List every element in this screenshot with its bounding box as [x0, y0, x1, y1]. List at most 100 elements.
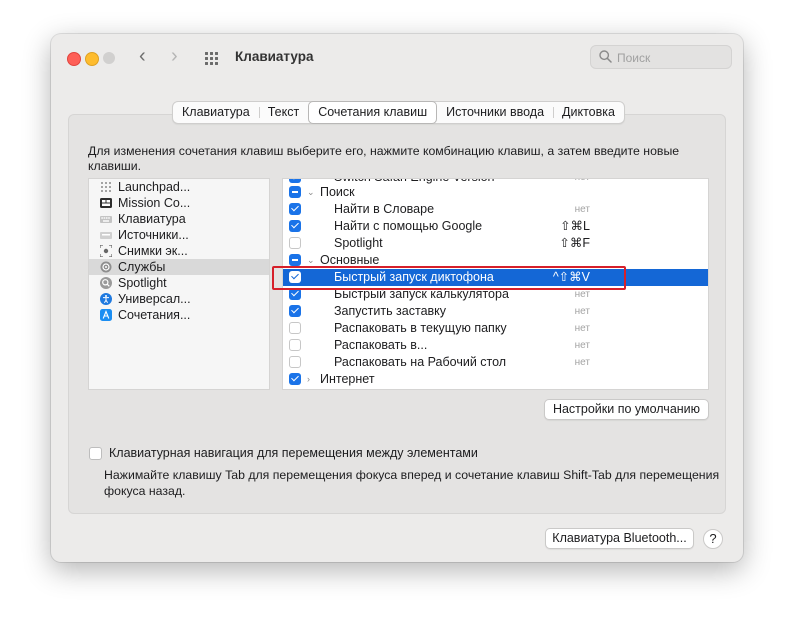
help-button[interactable]: ? [703, 529, 723, 549]
shortcut-label: Распаковать на Рабочий стол [334, 355, 507, 369]
shortcut-label: Найти с помощью Google [334, 219, 483, 233]
shortcut-row[interactable]: Распаковать в текущую папку нет [283, 320, 708, 337]
category-item-spotlight[interactable]: Spotlight [89, 275, 269, 291]
checkbox[interactable] [289, 356, 301, 368]
shortcut-label: Распаковать в... [334, 338, 428, 352]
keyboard-navigation-label: Клавиатурная навигация для перемещения м… [109, 446, 478, 460]
group-label: Основные [320, 253, 380, 267]
shortcut-keys[interactable]: нет [575, 337, 590, 354]
chevron-down-icon[interactable]: ⌄ [307, 252, 315, 269]
launchpad-icon [101, 182, 111, 192]
screenshot-icon [100, 245, 112, 257]
checkbox[interactable] [289, 186, 301, 198]
tab-bar: Клавиатура Текст Сочетания клавиш Источн… [172, 101, 625, 124]
category-label: Источники... [118, 228, 189, 242]
shortcut-row[interactable]: Найти в Словаре нет [283, 201, 708, 218]
category-label: Mission Co... [118, 196, 191, 210]
back-arrow-icon[interactable]: ‹ [139, 46, 146, 66]
tab-text[interactable]: Текст [258, 102, 308, 123]
app-shortcuts-icon [100, 309, 112, 321]
input-sources-icon [100, 232, 112, 239]
checkbox[interactable] [289, 288, 301, 300]
shortcut-row[interactable]: Spotlight ⇧⌘F [283, 235, 708, 252]
accessibility-icon [100, 293, 112, 305]
shortcut-row[interactable]: Найти с помощью Google ⇧⌘L [283, 218, 708, 235]
category-item-launchpad[interactable]: Launchpad... [89, 179, 269, 195]
search-placeholder: Поиск [617, 51, 651, 65]
shortcut-label: Spotlight [334, 236, 383, 250]
keyboard-icon [100, 216, 112, 223]
shortcut-keys[interactable]: ^⇧⌘V [553, 269, 590, 286]
minimize-window-button[interactable] [85, 52, 99, 66]
zoom-window-button[interactable] [103, 52, 115, 64]
shortcut-keys[interactable]: нет [575, 354, 590, 371]
shortcuts-list: Switch Safari Engine Version нет ⌄ Поиск… [282, 178, 709, 390]
category-label: Сочетания... [118, 308, 191, 322]
checkbox[interactable] [289, 203, 301, 215]
category-item-input-sources[interactable]: Источники... [89, 227, 269, 243]
gear-icon [100, 261, 112, 273]
shortcut-group-row[interactable]: › Интернет [283, 371, 708, 388]
bluetooth-keyboard-button[interactable]: Клавиатура Bluetooth... [545, 528, 694, 549]
forward-arrow-icon[interactable]: › [171, 46, 178, 66]
keyboard-navigation-checkbox[interactable] [89, 447, 102, 460]
checkbox[interactable] [289, 322, 301, 334]
checkbox[interactable] [289, 271, 301, 283]
category-label: Снимки эк... [118, 244, 188, 258]
shortcut-keys[interactable]: нет [575, 286, 590, 303]
category-list: Launchpad... Mission Co... Клавиатура Ис… [88, 178, 270, 390]
shortcut-keys[interactable]: нет [575, 320, 590, 337]
group-label: Поиск [320, 185, 355, 199]
shortcut-keys[interactable]: нет [575, 201, 590, 218]
category-label: Клавиатура [118, 212, 186, 226]
shortcut-keys[interactable]: ⇧⌘L [560, 218, 590, 235]
shortcut-label: Найти в Словаре [334, 202, 435, 216]
category-item-app-shortcuts[interactable]: Сочетания... [89, 307, 269, 323]
shortcut-row[interactable]: Запустить заставку нет [283, 303, 708, 320]
spotlight-icon [100, 277, 112, 289]
group-label: Интернет [320, 372, 375, 386]
category-item-screenshots[interactable]: Снимки эк... [89, 243, 269, 259]
shortcut-group-row[interactable]: ⌄ Поиск [283, 184, 708, 201]
checkbox[interactable] [289, 254, 301, 266]
chevron-down-icon[interactable]: ⌄ [307, 184, 315, 201]
show-all-grid-icon[interactable] [205, 52, 221, 65]
category-label: Spotlight [118, 276, 167, 290]
tab-keyboard[interactable]: Клавиатура [173, 102, 259, 123]
chevron-right-icon[interactable]: › [307, 371, 310, 388]
shortcut-row[interactable]: Распаковать на Рабочий стол нет [283, 354, 708, 371]
checkbox[interactable] [289, 373, 301, 385]
tab-dictation[interactable]: Диктовка [553, 102, 624, 123]
checkbox[interactable] [289, 305, 301, 317]
shortcut-group-row[interactable]: ⌄ Основные [283, 252, 708, 269]
category-item-mission-control[interactable]: Mission Co... [89, 195, 269, 211]
keyboard-navigation-hint: Нажимайте клавишу Tab для перемещения фо… [104, 468, 720, 498]
tab-shortcuts[interactable]: Сочетания клавиш [308, 101, 438, 124]
shortcut-label: Запустить заставку [334, 304, 447, 318]
category-item-services[interactable]: Службы [89, 259, 269, 275]
checkbox[interactable] [289, 339, 301, 351]
shortcut-label: Быстрый запуск диктофона [334, 270, 494, 284]
checkbox[interactable] [289, 237, 301, 249]
close-window-button[interactable] [67, 52, 81, 66]
shortcut-row-selected[interactable]: Быстрый запуск диктофона ^⇧⌘V [283, 269, 708, 286]
category-label: Launchpad... [118, 180, 191, 194]
title-bar: ‹ › Клавиатура Поиск [51, 34, 743, 80]
shortcut-keys[interactable]: нет [575, 303, 590, 320]
search-field[interactable]: Поиск [590, 45, 732, 69]
shortcut-label: Распаковать в текущую папку [334, 321, 507, 335]
restore-defaults-button[interactable]: Настройки по умолчанию [544, 399, 709, 420]
category-item-keyboard[interactable]: Клавиатура [89, 211, 269, 227]
checkbox[interactable] [289, 179, 301, 183]
shortcut-row[interactable]: Быстрый запуск калькулятора нет [283, 286, 708, 303]
category-item-accessibility[interactable]: Универсал... [89, 291, 269, 307]
shortcut-row[interactable]: Распаковать в... нет [283, 337, 708, 354]
tab-input-sources[interactable]: Источники ввода [437, 102, 553, 123]
shortcut-keys[interactable]: ⇧⌘F [559, 235, 590, 252]
instructions-text: Для изменения сочетания клавиш выберите … [88, 144, 680, 173]
mission-control-icon [100, 198, 112, 208]
category-label: Универсал... [118, 292, 191, 306]
search-icon [599, 50, 612, 63]
checkbox[interactable] [289, 220, 301, 232]
window-title: Клавиатура [235, 49, 314, 64]
